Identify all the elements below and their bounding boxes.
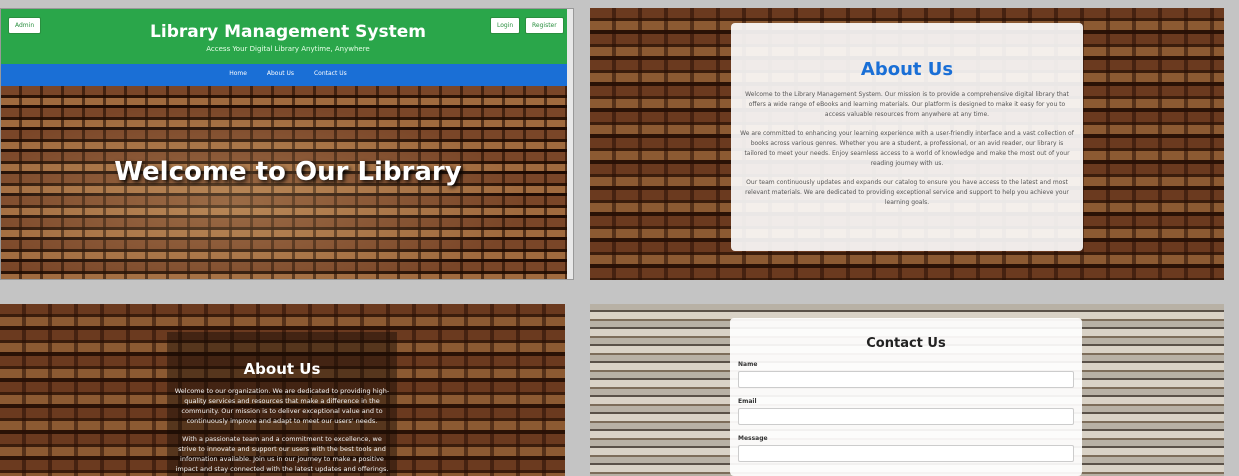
contact-form: Contact Us Name Email Message: [730, 318, 1082, 476]
name-label: Name: [738, 361, 758, 368]
nav-about-us[interactable]: About Us: [267, 70, 294, 77]
about-paragraph: Welcome to our organization. We are dedi…: [174, 387, 390, 425]
about-overlay: About Us Welcome to our organization. We…: [167, 332, 397, 476]
hero-heading: Welcome to Our Library: [114, 157, 462, 187]
scrollbar[interactable]: [567, 9, 573, 279]
about-card: About Us Welcome to the Library Manageme…: [731, 23, 1083, 251]
email-field[interactable]: [738, 408, 1074, 425]
login-button[interactable]: Login: [490, 17, 521, 34]
about-page-screenshot: About Us Welcome to the Library Manageme…: [590, 8, 1224, 280]
nav-contact-us[interactable]: Contact Us: [314, 70, 347, 77]
site-subtitle: Access Your Digital Library Anytime, Any…: [206, 45, 370, 53]
site-title: Library Management System: [150, 22, 426, 42]
about-heading: About Us: [860, 59, 954, 80]
register-button[interactable]: Register: [525, 17, 564, 34]
message-label: Message: [738, 435, 768, 442]
about-page-alt-screenshot: About Us Welcome to our organization. We…: [0, 304, 565, 476]
about-paragraph: Our team continuously updates and expand…: [745, 179, 1069, 206]
email-label: Email: [738, 398, 757, 405]
nav-menu: Home About Us Contact Us: [1, 70, 573, 77]
contact-heading: Contact Us: [866, 336, 946, 351]
message-field[interactable]: [738, 445, 1074, 462]
about-paragraph: Welcome to the Library Management System…: [745, 91, 1069, 118]
about-paragraph: We are committed to enhancing your learn…: [740, 130, 1074, 167]
about-paragraph: With a passionate team and a commitment …: [175, 435, 389, 473]
contact-page-screenshot: Contact Us Name Email Message: [590, 304, 1224, 476]
home-page-screenshot: Admin Library Management System Access Y…: [0, 8, 574, 280]
about-heading: About Us: [243, 360, 321, 378]
nav-home[interactable]: Home: [229, 70, 247, 77]
name-field[interactable]: [738, 371, 1074, 388]
